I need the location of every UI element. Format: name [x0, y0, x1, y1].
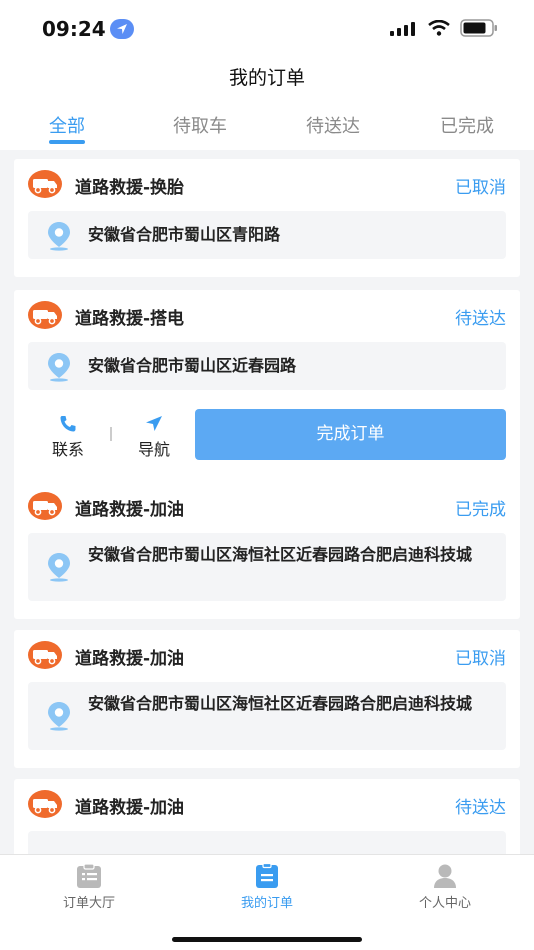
- order-status: 已完成: [455, 500, 506, 520]
- location-pin-icon: [48, 553, 70, 582]
- cellular-signal-icon: [390, 22, 415, 36]
- order-card[interactable]: 道路救援-换胎 已取消 安徽省合肥市蜀山区青阳路: [14, 159, 520, 277]
- order-service-title: 道路救援-换胎: [75, 178, 185, 198]
- order-service-title: 道路救援-加油: [75, 798, 185, 818]
- order-status: 已取消: [455, 649, 506, 669]
- order-service-title: 道路救援-加油: [75, 500, 185, 520]
- complete-order-button[interactable]: 完成订单: [195, 409, 506, 460]
- tabbar-label: 我的订单: [240, 896, 293, 911]
- navigate-label: 导航: [137, 440, 170, 459]
- battery-icon: [460, 19, 497, 37]
- tabbar-order-hall[interactable]: 订单大厅: [29, 863, 149, 911]
- address-box: [28, 831, 506, 854]
- order-tabs: 全部 待取车 待送达 已完成: [0, 98, 534, 150]
- status-bar: 09:24: [0, 0, 534, 58]
- navigate-button[interactable]: 导航: [124, 415, 184, 460]
- tab-completed[interactable]: 已完成: [407, 112, 527, 138]
- phone-icon: [60, 416, 76, 432]
- order-service-title: 道路救援-搭电: [75, 309, 185, 329]
- nav-bar: 我的订单: [0, 58, 534, 98]
- home-indicator: [172, 937, 362, 942]
- navigation-arrow-icon: [146, 416, 162, 431]
- contact-label: 联系: [51, 440, 84, 459]
- order-card[interactable]: 道路救援-加油 已完成 安徽省合肥市蜀山区海恒社区近春园路合肥启迪科技城: [14, 481, 520, 619]
- location-pin-icon: [48, 222, 70, 251]
- action-divider: [110, 427, 112, 441]
- person-icon: [434, 864, 456, 888]
- tow-truck-icon: [28, 170, 62, 198]
- tab-to-deliver[interactable]: 待送达: [273, 112, 393, 138]
- address-box: 安徽省合肥市蜀山区近春园路: [28, 342, 506, 390]
- location-pin-icon: [48, 702, 70, 731]
- address-box: 安徽省合肥市蜀山区海恒社区近春园路合肥启迪科技城: [28, 533, 506, 601]
- address-box: 安徽省合肥市蜀山区海恒社区近春园路合肥启迪科技城: [28, 682, 506, 750]
- wifi-icon: [428, 20, 450, 36]
- tab-active-indicator: [49, 140, 85, 144]
- page-title: 我的订单: [228, 67, 305, 89]
- order-status: 已取消: [455, 178, 506, 198]
- clipboard-icon: [77, 863, 101, 888]
- order-address: 安徽省合肥市蜀山区近春园路: [88, 356, 297, 375]
- order-status: 待送达: [455, 798, 506, 818]
- tabbar-label: 订单大厅: [62, 896, 115, 911]
- bottom-tab-bar: 订单大厅 我的订单 个人中心: [0, 854, 534, 950]
- order-card[interactable]: 道路救援-加油 待送达: [14, 779, 520, 854]
- tow-truck-icon: [28, 301, 62, 329]
- order-address: 安徽省合肥市蜀山区海恒社区近春园路合肥启迪科技城: [88, 545, 473, 564]
- tabbar-my-orders[interactable]: 我的订单: [207, 863, 327, 911]
- address-box: 安徽省合肥市蜀山区青阳路: [28, 211, 506, 259]
- document-icon: [256, 863, 278, 888]
- order-service-title: 道路救援-加油: [75, 649, 185, 669]
- tab-all[interactable]: 全部: [7, 112, 127, 138]
- order-list: 道路救援-换胎 已取消 安徽省合肥市蜀山区青阳路 道路救援-搭电 待送达 安徽省…: [0, 150, 534, 854]
- tow-truck-icon: [28, 492, 62, 520]
- tow-truck-icon: [28, 790, 62, 818]
- order-status: 待送达: [455, 309, 506, 329]
- order-address: 安徽省合肥市蜀山区青阳路: [88, 225, 281, 244]
- order-card[interactable]: 道路救援-加油 已取消 安徽省合肥市蜀山区海恒社区近春园路合肥启迪科技城: [14, 630, 520, 768]
- tabbar-label: 个人中心: [418, 896, 471, 911]
- location-pin-icon: [48, 353, 70, 382]
- order-actions: 联系 导航 完成订单: [14, 409, 520, 461]
- contact-button[interactable]: 联系: [38, 415, 98, 460]
- order-address: 安徽省合肥市蜀山区海恒社区近春园路合肥启迪科技城: [88, 694, 473, 713]
- tow-truck-icon: [28, 641, 62, 669]
- tabbar-profile[interactable]: 个人中心: [385, 863, 505, 911]
- location-arrow-icon: [110, 19, 134, 39]
- status-time: 09:24: [42, 17, 106, 41]
- tab-to-pickup[interactable]: 待取车: [140, 112, 260, 138]
